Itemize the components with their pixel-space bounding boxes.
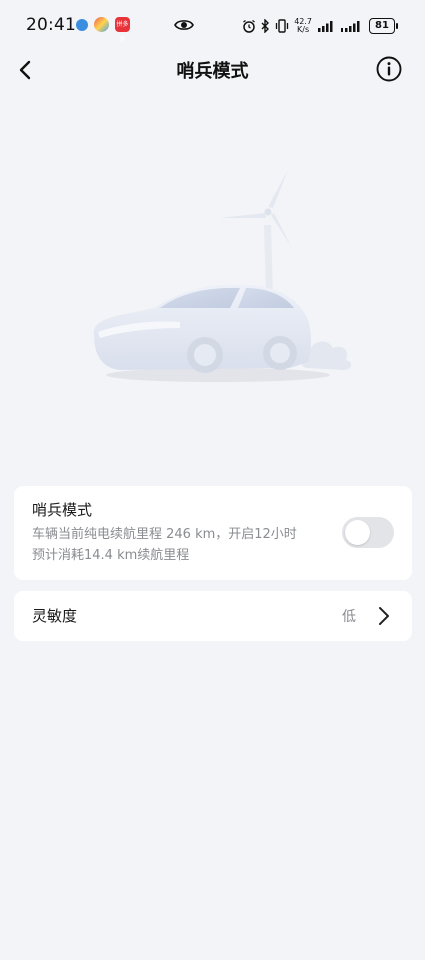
nav-bar: 哨兵模式: [0, 52, 425, 88]
sentry-mode-description: 车辆当前纯电续航里程 246 km，开启12小时 预计消耗14.4 km续航里程: [32, 527, 297, 563]
eye-icon: [174, 20, 194, 30]
sentry-mode-card: 哨兵模式 车辆当前纯电续航里程 246 km，开启12小时 预计消耗14.4 k…: [14, 486, 412, 580]
sensitivity-label: 灵敏度: [32, 607, 78, 625]
signal-icon: [341, 21, 360, 32]
car-wind-turbine-illustration: [93, 170, 352, 382]
alarm-icon: [243, 19, 256, 33]
bluetooth-icon: [261, 19, 270, 33]
network-speed: 42.7 K/s: [294, 17, 312, 34]
page-title: 哨兵模式: [176, 61, 249, 82]
sensitivity-value: 低: [342, 609, 356, 625]
sentry-mode-title: 哨兵模式: [32, 501, 93, 519]
toggle-knob: [345, 520, 370, 545]
signal-icon: [318, 21, 333, 32]
app-notification-icon: [94, 17, 109, 32]
info-circle-icon[interactable]: [375, 55, 403, 83]
sentry-mode-toggle[interactable]: [342, 517, 394, 548]
status-time: 20:41: [26, 15, 76, 35]
status-bar: 20:41 拼多多 42.7 K/s 81: [0, 0, 425, 52]
battery-indicator: 81: [369, 18, 398, 34]
app-notification-icon: [76, 19, 88, 31]
app-notification-icon: 拼多多: [115, 17, 130, 43]
sensitivity-row[interactable]: 灵敏度 低: [14, 591, 412, 641]
chevron-right-icon: [379, 607, 389, 625]
vibrate-icon: [276, 19, 289, 33]
status-icons: 42.7 K/s 81: [242, 16, 398, 36]
